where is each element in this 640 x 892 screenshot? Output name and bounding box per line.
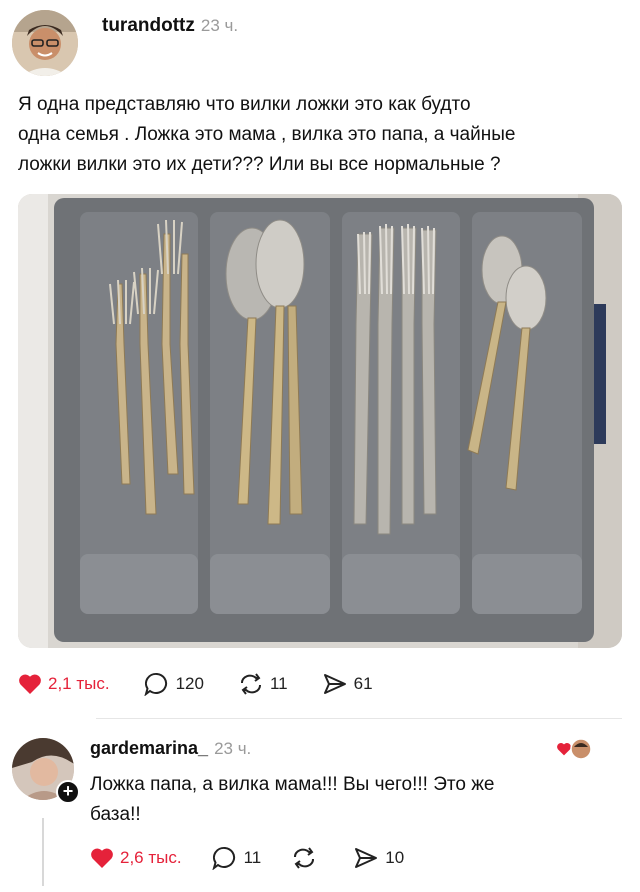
heart-icon (19, 674, 41, 694)
author-liked-indicator (556, 738, 592, 760)
repost-button[interactable]: 11 (238, 672, 288, 696)
heart-icon (91, 848, 113, 868)
like-count: 2,1 тыс. (48, 674, 110, 693)
comment-icon (212, 846, 235, 870)
reply-like-count: 2,6 тыс. (120, 848, 182, 867)
comment-button[interactable]: 120 (144, 672, 204, 696)
reply-time: 23 ч. (214, 739, 252, 758)
post-line: ложки вилки это их дети??? Или вы все но… (18, 154, 501, 175)
reply-line: база!! (90, 804, 141, 825)
reply-body: Ложка папа, а вилка мама!!! Вы чего!!! Э… (90, 770, 590, 830)
divider (96, 718, 622, 719)
reply-share-count: 10 (385, 848, 405, 867)
share-button[interactable]: 61 (322, 672, 373, 696)
reply-actions: 2,6 тыс. 11 10 (90, 846, 434, 870)
post-actions: 2,1 тыс. 120 11 61 (18, 672, 407, 696)
like-button[interactable]: 2,1 тыс. (18, 673, 110, 695)
reply-share-button[interactable]: 10 (353, 846, 404, 870)
post-line: одна семья . Ложка это мама , вилка это … (18, 124, 516, 145)
repost-count: 11 (269, 674, 288, 693)
reply-comment-button[interactable]: 11 (212, 846, 262, 870)
share-icon (323, 674, 346, 694)
author-mini-avatar (570, 738, 592, 760)
reply-header: gardemarina_ 23 ч. (90, 738, 251, 759)
reply-line: Ложка папа, а вилка мама!!! Вы чего!!! Э… (90, 774, 495, 795)
author-username[interactable]: turandottz (102, 15, 195, 36)
author-avatar[interactable] (12, 10, 78, 76)
reply-like-button[interactable]: 2,6 тыс. (90, 847, 182, 869)
cutlery-tray-image (18, 194, 622, 648)
post-time: 23 ч. (200, 16, 239, 35)
follow-button[interactable]: + (56, 780, 80, 804)
post-header-text: turandottz 23 ч. (102, 15, 238, 37)
post-photo[interactable] (18, 194, 622, 648)
reply-comment-count: 11 (243, 848, 262, 867)
plus-icon: + (62, 781, 74, 801)
post-body: Я одна представляю что вилки ложки это к… (18, 90, 624, 180)
reply-avatar-wrap: + (12, 738, 80, 804)
reply-repost-button[interactable] (291, 846, 323, 870)
post-line: Я одна представляю что вилки ложки это к… (18, 94, 471, 115)
share-count: 61 (353, 674, 373, 693)
repost-icon (294, 847, 315, 869)
share-icon (355, 848, 378, 868)
post-header: turandottz 23 ч. (12, 10, 238, 76)
reply-username[interactable]: gardemarina_ (90, 738, 208, 758)
repost-icon (240, 673, 261, 695)
comment-icon (144, 672, 167, 696)
comment-count: 120 (175, 674, 204, 693)
thread-line (42, 818, 44, 886)
